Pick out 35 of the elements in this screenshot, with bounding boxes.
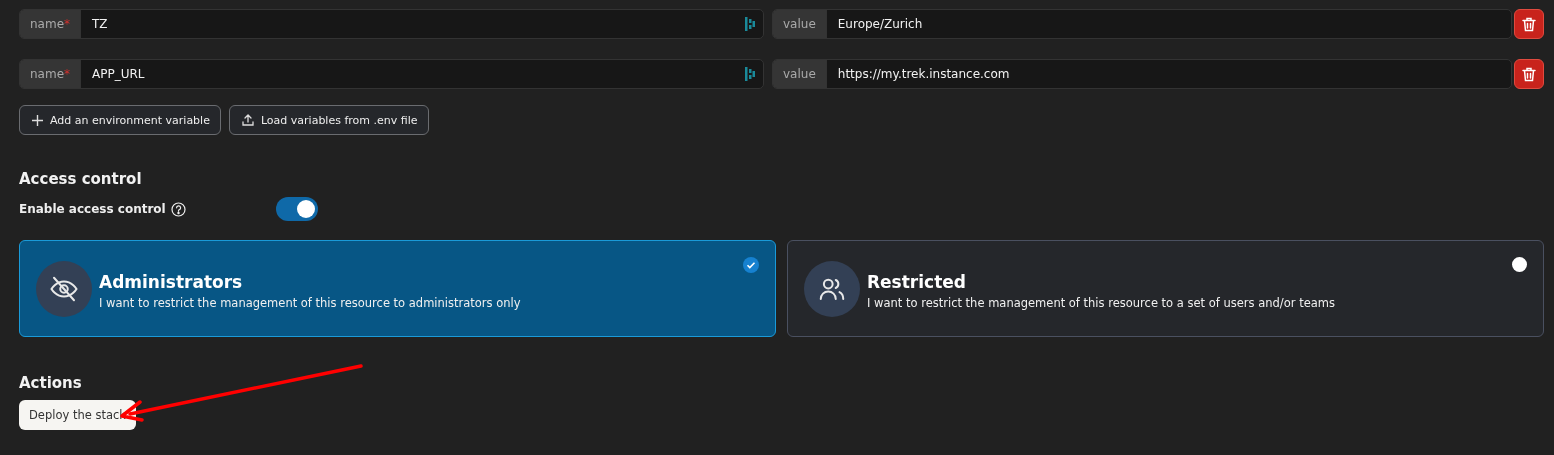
value-field[interactable]: value Europe/Zurich (772, 9, 1512, 39)
upload-icon (241, 114, 254, 126)
field-label: name* (20, 10, 82, 38)
section-heading: Access control (19, 170, 143, 188)
field-value: TZ (91, 17, 109, 31)
plus-icon (32, 114, 43, 126)
trash-icon (1522, 16, 1536, 32)
toggle-switch[interactable] (275, 197, 318, 221)
delete-button[interactable] (1514, 9, 1544, 39)
option-description: I want to restrict the management of this resource to administrators only (99, 295, 521, 310)
delete-button[interactable] (1514, 59, 1544, 89)
option-card[interactable]: Restricted I want to restrict the management of this resource to a set of users and/or teams (787, 240, 1544, 337)
name-field[interactable]: name* APP_URL (19, 59, 764, 89)
option-card[interactable]: Administrators I want to restrict the management of this resource to administrators only (19, 240, 776, 337)
bars-icon[interactable] (745, 17, 755, 31)
load-env-button[interactable]: Load variables from .env file (228, 105, 429, 135)
value-field[interactable]: value https://my.trek.instance.com (772, 59, 1512, 89)
field-label: name* (20, 60, 82, 88)
bars-icon[interactable] (745, 67, 755, 81)
option-description: I want to restrict the management of this resource to a set of users and/or teams (867, 295, 1335, 310)
check-icon (743, 257, 759, 273)
field-label: value (773, 60, 827, 88)
field-value: Europe/Zurich (836, 17, 924, 31)
toggle-label: Enable access control (19, 202, 166, 216)
radio-button[interactable] (1512, 257, 1527, 272)
section-heading: Actions (19, 374, 83, 392)
add-variable-button[interactable]: Add an environment variable (19, 105, 221, 135)
help-icon[interactable] (170, 201, 186, 217)
option-title: Restricted (867, 271, 967, 292)
field-value: https://my.trek.instance.com (836, 67, 1011, 81)
field-value: APP_URL (91, 67, 146, 81)
trash-icon (1522, 66, 1536, 82)
name-field[interactable]: name* TZ (19, 9, 764, 39)
option-title: Administrators (99, 271, 244, 292)
field-label: value (773, 10, 827, 38)
